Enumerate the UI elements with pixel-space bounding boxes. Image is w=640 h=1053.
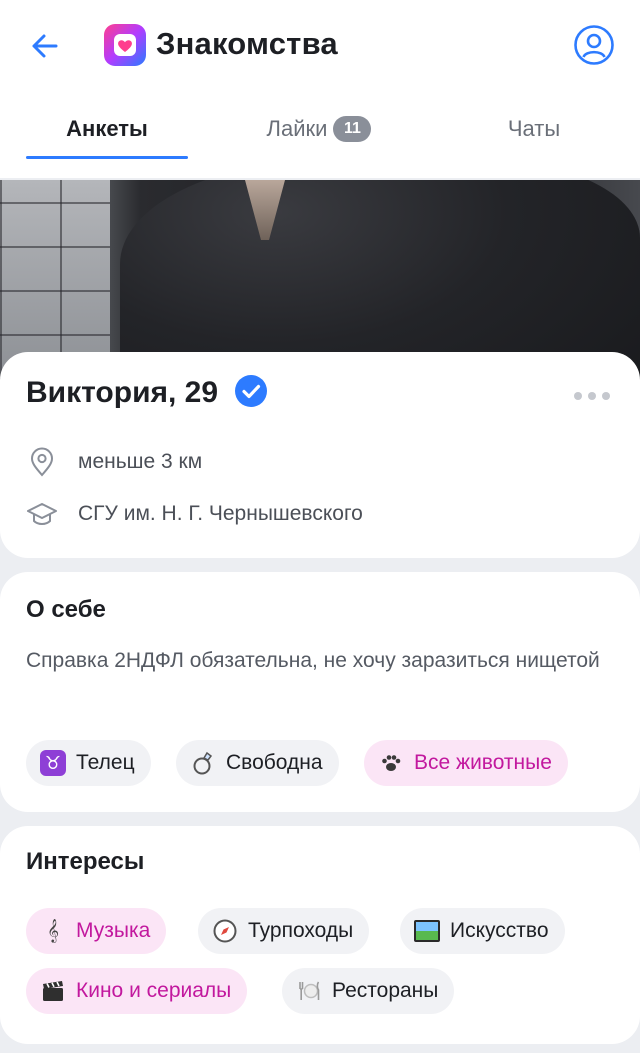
verified-badge-icon (234, 374, 268, 408)
chip-hiking-label: Турпоходы (248, 919, 354, 942)
about-card: О себе Справка 2НДФЛ обязательна, не хоч… (0, 572, 640, 812)
app-title: Знакомства (156, 26, 338, 61)
user-profile-icon[interactable] (573, 24, 615, 66)
music-icon: 𝄞 (47, 919, 59, 942)
tab-chats-label: Чаты (507, 116, 561, 141)
chip-hiking[interactable]: Турпоходы (198, 908, 370, 954)
chip-movies-label: Кино и сериалы (76, 979, 232, 1002)
ring-icon (190, 750, 216, 776)
photo-background-tiles (0, 180, 110, 380)
interests-card: Интересы 𝄞 Музыка Турпоходы Искусство Ки… (0, 826, 640, 1044)
taurus-icon: ♉ (40, 750, 66, 776)
interests-title: Интересы (26, 848, 145, 875)
plate-icon (296, 978, 322, 1004)
chip-restaurants-label: Рестораны (332, 979, 439, 1002)
back-arrow-icon[interactable] (26, 26, 66, 66)
distance-text: меньше 3 км (78, 450, 203, 473)
chip-music-label: Музыка (76, 919, 151, 942)
chip-art[interactable]: Искусство (400, 908, 565, 954)
chip-restaurants[interactable]: Рестораны (282, 968, 455, 1014)
chip-relationship[interactable]: Свободна (176, 740, 339, 786)
photo-coat (120, 180, 640, 380)
about-text: Справка 2НДФЛ обязательна, не хочу зараз… (26, 649, 600, 672)
chip-pets[interactable]: Все животные (364, 740, 568, 786)
about-title: О себе (26, 596, 106, 623)
more-options-icon[interactable] (572, 388, 612, 400)
chip-relationship-label: Свободна (226, 751, 323, 774)
profile-photo[interactable] (0, 180, 640, 380)
chip-art-label: Искусство (450, 919, 549, 942)
university-text: СГУ им. Н. Г. Чернышевского (78, 502, 363, 525)
active-tab-indicator (26, 156, 188, 159)
app-logo-icon (104, 24, 146, 66)
likes-count-badge: 11 (333, 116, 372, 142)
chip-zodiac-label: Телец (76, 751, 135, 774)
tab-chats[interactable]: Чаты (480, 100, 588, 160)
clapper-icon (40, 978, 66, 1004)
location-pin-icon (26, 446, 58, 478)
app-header: Знакомства Анкеты Лайки 11 Чаты (0, 0, 640, 178)
chip-zodiac[interactable]: ♉ Телец (26, 740, 151, 786)
tab-likes-label: Лайки (266, 116, 328, 141)
tab-profiles-label: Анкеты (66, 116, 148, 141)
chip-pets-label: Все животные (414, 751, 552, 774)
chip-movies[interactable]: Кино и сериалы (26, 968, 248, 1014)
picture-icon (414, 918, 440, 944)
tab-bar: Анкеты Лайки 11 Чаты (0, 100, 640, 160)
graduation-cap-icon (26, 498, 58, 530)
chip-music[interactable]: 𝄞 Музыка (26, 908, 167, 954)
paw-icon (378, 750, 404, 776)
profile-name-age: Виктория, 29 (26, 376, 219, 409)
profile-card: Виктория, 29 меньше 3 км СГУ им. Н. Г. Ч… (0, 352, 640, 558)
tab-profiles[interactable]: Анкеты (26, 100, 188, 160)
tab-likes[interactable]: Лайки 11 (244, 100, 394, 160)
compass-icon (212, 918, 238, 944)
